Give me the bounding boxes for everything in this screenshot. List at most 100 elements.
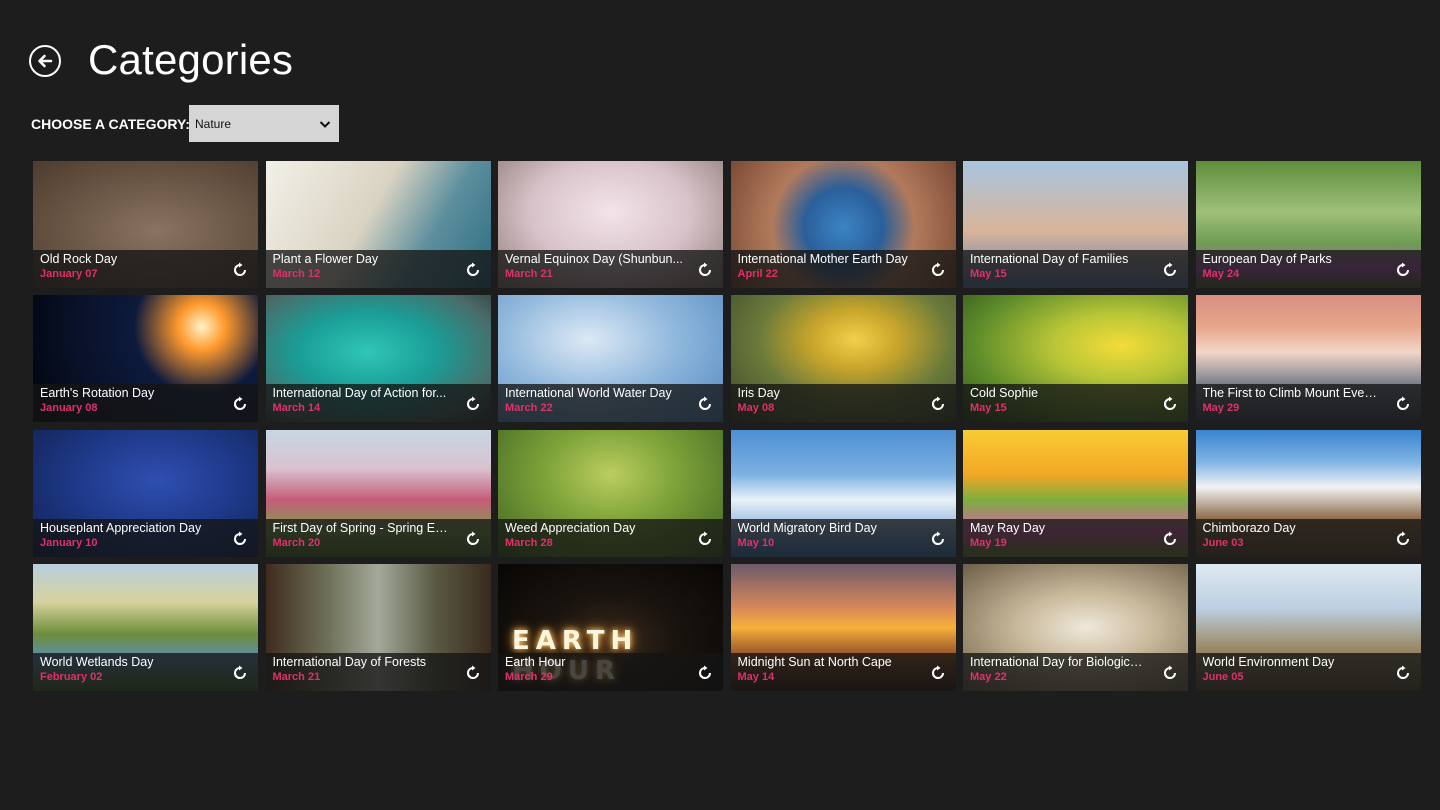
tile-date: May 10 [737, 536, 775, 549]
tile-title: First Day of Spring - Spring Eq... [272, 520, 451, 535]
tile-title: Vernal Equinox Day (Shunbun... [505, 252, 683, 266]
tile-title: International Day of Forests [272, 654, 427, 669]
tile-title: Chimborazo Day [1202, 520, 1296, 535]
event-tile[interactable]: International World Water Day March 22 [498, 295, 723, 423]
tile-date: February 02 [40, 670, 103, 683]
tile-title: Earth's Rotation Day [40, 386, 155, 401]
event-tile[interactable]: International Mother Earth Day April 22 [730, 161, 956, 288]
back-button[interactable] [29, 45, 61, 77]
tile-date: January 10 [40, 536, 98, 549]
refresh-icon[interactable] [697, 262, 713, 278]
event-tile[interactable]: International Day of Forests March 21 [265, 563, 491, 691]
event-tile[interactable]: World Environment Day June 05 [1195, 563, 1421, 691]
event-tile[interactable]: Houseplant Appreciation Day January 10 [33, 429, 258, 557]
tile-title: The First to Climb Mount Everest [1202, 386, 1381, 401]
refresh-icon[interactable] [465, 665, 481, 681]
event-tile[interactable]: International Day of Action for... March… [265, 295, 491, 423]
event-tile[interactable]: Old Rock Day January 07 [33, 161, 258, 288]
tile-date: May 15 [970, 268, 1007, 280]
tile-title: International Day for Biological... [970, 654, 1148, 669]
event-tile[interactable]: Cold Sophie May 15 [963, 295, 1188, 423]
tile-date: March 21 [272, 670, 321, 683]
event-tile[interactable]: International Day for Biological... May … [963, 563, 1188, 691]
tile-date: June 05 [1202, 670, 1244, 683]
event-tile[interactable]: First Day of Spring - Spring Eq... March… [265, 429, 491, 557]
event-tile[interactable]: World Migratory Bird Day May 10 [730, 429, 956, 557]
tile-title: Weed Appreciation Day [505, 520, 636, 535]
events-grid: Old Rock Day January 07 Plant a Flower D… [33, 161, 1421, 691]
tile-title: Old Rock Day [40, 252, 118, 266]
tile-date: May 22 [970, 670, 1007, 683]
tile-date: January 07 [40, 268, 98, 280]
tile-title: World Migratory Bird Day [737, 520, 877, 535]
tile-title: International Day of Families [970, 252, 1129, 266]
refresh-icon[interactable] [930, 531, 946, 547]
event-tile[interactable]: Chimborazo Day June 03 [1195, 429, 1421, 557]
refresh-icon[interactable] [1395, 665, 1411, 681]
refresh-icon[interactable] [1395, 531, 1411, 547]
event-tile[interactable]: The First to Climb Mount Everest May 29 [1195, 295, 1421, 423]
tile-date: March 12 [272, 268, 321, 280]
refresh-icon[interactable] [697, 665, 713, 681]
refresh-icon[interactable] [1162, 262, 1178, 278]
tile-title: European Day of Parks [1202, 252, 1332, 266]
event-tile[interactable]: World Wetlands Day February 02 [33, 563, 258, 691]
tile-date: January 08 [40, 402, 98, 415]
page-title: Categories [88, 36, 294, 83]
tile-date: May 14 [737, 670, 775, 683]
tile-title: Iris Day [737, 386, 780, 401]
event-tile[interactable]: Plant a Flower Day March 12 [265, 161, 491, 288]
tile-title: World Environment Day [1202, 654, 1335, 669]
event-tile[interactable]: EARTH HOUR Earth Hour March 29 [498, 563, 723, 691]
event-tile[interactable]: Weed Appreciation Day March 28 [498, 429, 723, 557]
chevron-down-icon [319, 120, 331, 128]
tile-title: International Mother Earth Day [737, 252, 908, 266]
refresh-icon[interactable] [232, 665, 248, 681]
tile-title: Midnight Sun at North Cape [737, 654, 892, 669]
refresh-icon[interactable] [232, 531, 248, 547]
tile-title: World Wetlands Day [40, 654, 154, 669]
event-tile[interactable]: Vernal Equinox Day (Shunbun... March 21 [498, 161, 723, 288]
event-tile[interactable]: International Day of Families May 15 [963, 161, 1188, 288]
tile-title: Cold Sophie [970, 386, 1039, 401]
tile-date: March 28 [505, 536, 553, 549]
refresh-icon[interactable] [930, 665, 946, 681]
tile-title: Earth Hour [505, 654, 566, 669]
event-tile[interactable]: Earth's Rotation Day January 08 [33, 295, 258, 423]
back-arrow-icon [38, 54, 53, 68]
tile-title: May Ray Day [970, 520, 1046, 535]
refresh-icon[interactable] [697, 396, 713, 412]
refresh-icon[interactable] [930, 396, 946, 412]
refresh-icon[interactable] [697, 531, 713, 547]
tile-date: May 19 [970, 536, 1007, 549]
tile-date: May 15 [970, 402, 1007, 415]
refresh-icon[interactable] [465, 396, 481, 412]
tile-date: April 22 [737, 268, 778, 280]
tile-date: May 24 [1202, 268, 1240, 280]
refresh-icon[interactable] [465, 262, 481, 278]
refresh-icon[interactable] [1162, 531, 1178, 547]
tile-date: May 08 [737, 402, 775, 415]
category-dropdown[interactable]: Nature [189, 105, 339, 142]
event-tile[interactable]: European Day of Parks May 24 [1195, 161, 1421, 288]
event-tile[interactable]: Iris Day May 08 [730, 295, 956, 423]
tile-date: June 03 [1202, 536, 1244, 549]
tile-title: International Day of Action for... [272, 386, 447, 401]
refresh-icon[interactable] [232, 262, 248, 278]
tile-title: Plant a Flower Day [272, 252, 379, 266]
tile-date: May 29 [1202, 402, 1240, 415]
refresh-icon[interactable] [1162, 396, 1178, 412]
refresh-icon[interactable] [930, 262, 946, 278]
event-tile[interactable]: Midnight Sun at North Cape May 14 [730, 563, 956, 691]
refresh-icon[interactable] [465, 531, 481, 547]
tile-date: March 14 [272, 402, 321, 415]
tile-date: March 29 [505, 670, 553, 683]
refresh-icon[interactable] [1395, 262, 1411, 278]
refresh-icon[interactable] [1162, 665, 1178, 681]
refresh-icon[interactable] [232, 396, 248, 412]
tile-date: March 21 [505, 268, 553, 280]
tile-title: Houseplant Appreciation Day [40, 520, 202, 535]
refresh-icon[interactable] [1395, 396, 1411, 412]
tile-date: March 20 [272, 536, 321, 549]
event-tile[interactable]: May Ray Day May 19 [963, 429, 1188, 557]
